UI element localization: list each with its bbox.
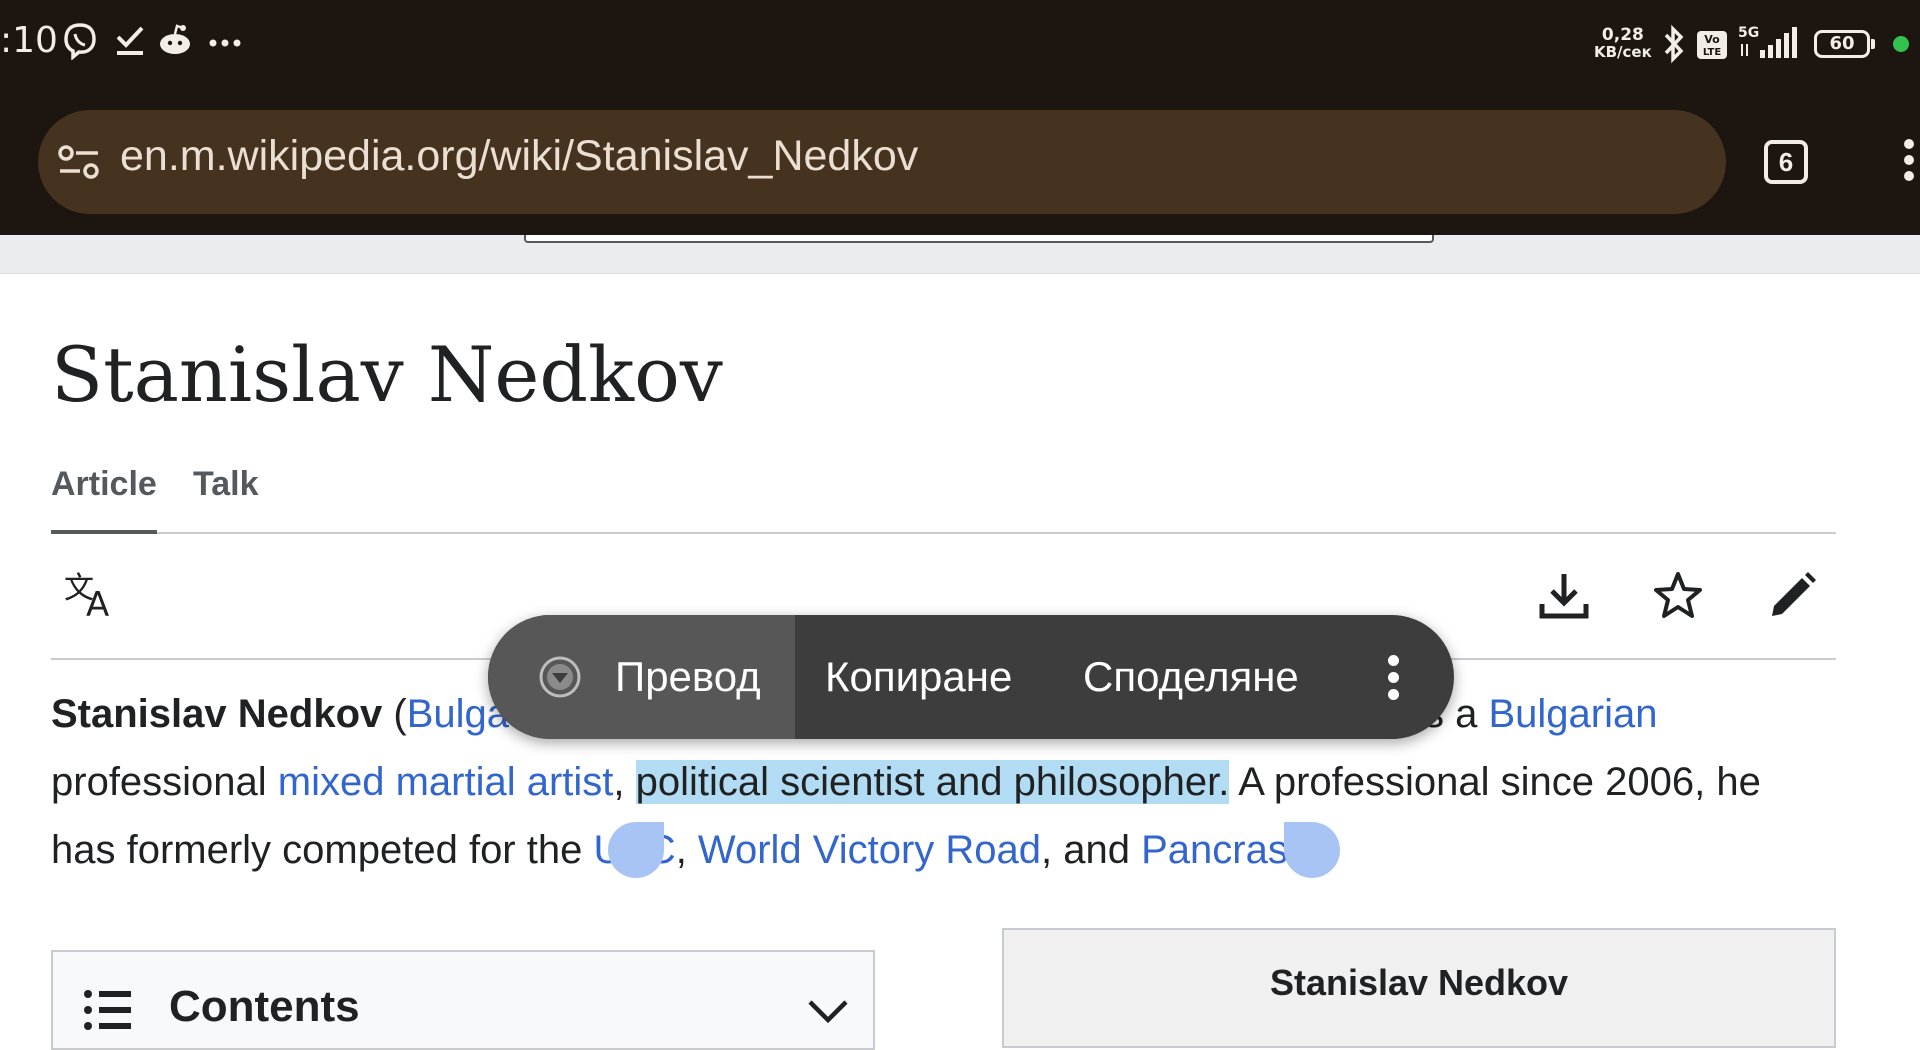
reddit-icon [160,24,190,54]
selected-text[interactable]: political scientist and philosopher. [635,760,1230,804]
browser-menu-icon[interactable] [1904,139,1920,191]
tab-article[interactable]: Article [51,465,157,504]
browser-toolbar: en.m.wikipedia.org/wiki/Stanislav_Nedkov… [0,95,1920,235]
infobox: Stanislav Nedkov [1002,928,1836,1048]
text-fragment: professional [51,760,278,804]
tab-talk[interactable]: Talk [193,465,259,504]
infobox-title: Stanislav Nedkov [1269,962,1569,1003]
privacy-indicator-dot [1893,36,1909,52]
text-fragment: has formerly competed for the [51,828,594,872]
article-line-1-tail: s a Bulgarian [1424,692,1658,737]
tabs-divider [51,532,1836,534]
volte-icon: Vo LTE [1697,31,1727,59]
status-time: :10 [0,20,58,61]
translate-dropdown-icon[interactable] [538,655,582,699]
network-speed-unit: KB/сек [1594,43,1652,61]
network-type-label: 5G [1738,25,1759,41]
viber-icon [64,23,96,60]
text-fragment: , and [1041,828,1142,872]
url-text[interactable]: en.m.wikipedia.org/wiki/Stanislav_Nedkov [120,132,918,181]
article-line-3: has formerly competed for the UFC, World… [51,828,1321,873]
text-selection-toolbar: Превод Копиране Споделяне [488,615,1454,739]
contents-title: Contents [169,982,360,1031]
share-button[interactable]: Споделяне [1083,653,1299,701]
svg-text:Vo: Vo [1704,33,1720,46]
selection-end-handle[interactable] [1284,822,1340,878]
address-bar[interactable]: en.m.wikipedia.org/wiki/Stanislav_Nedkov [38,110,1726,214]
checkmark-icon [116,26,144,55]
watch-star-icon[interactable] [1652,570,1704,622]
search-box-edge[interactable] [524,235,1434,243]
link-mixed-martial-artist[interactable]: mixed martial artist [278,760,614,804]
article-line-2: professional mixed martial artist, polit… [51,760,1761,805]
svg-text:LTE: LTE [1703,47,1722,58]
subject-name: Stanislav Nedkov [51,692,383,736]
language-icon[interactable]: 文 A [62,570,124,620]
text-fragment: ( [382,692,407,736]
selection-start-handle[interactable] [608,822,664,878]
battery-icon: 60 [1814,30,1875,58]
link-bulgarian[interactable]: Bulgarian [1488,692,1657,736]
contents-box[interactable]: Contents [51,950,875,1050]
more-notifications-icon [209,39,241,47]
bluetooth-icon [1664,24,1684,64]
more-options-icon[interactable] [1388,655,1400,706]
page-title: Stanislav Nedkov [51,330,723,419]
edit-pencil-icon[interactable] [1766,570,1818,622]
text-fragment: , [613,760,636,804]
text-fragment: A professional since 2006, he [1229,760,1761,804]
tab-switcher-button[interactable]: 6 [1764,140,1808,184]
status-bar: :10 0,28 KB/сек Vo LTE 5G 60 [0,0,1920,95]
download-icon[interactable] [1538,570,1590,622]
copy-button[interactable]: Копиране [825,653,1012,701]
chevron-down-icon[interactable] [807,998,849,1024]
list-icon [84,990,131,1030]
translate-button[interactable]: Превод [615,653,761,701]
network-speed: 0,28 KB/сек [1594,27,1652,61]
article-line-1: Stanislav Nedkov (Bulga [51,692,509,737]
signal-icon: 5G [1738,25,1797,58]
svg-text:A: A [86,585,109,620]
site-settings-icon[interactable] [58,145,100,179]
text-fragment: , [675,828,698,872]
link-world-victory-road[interactable]: World Victory Road [698,828,1041,872]
active-tab-indicator [51,530,157,534]
network-speed-value: 0,28 [1601,25,1644,45]
